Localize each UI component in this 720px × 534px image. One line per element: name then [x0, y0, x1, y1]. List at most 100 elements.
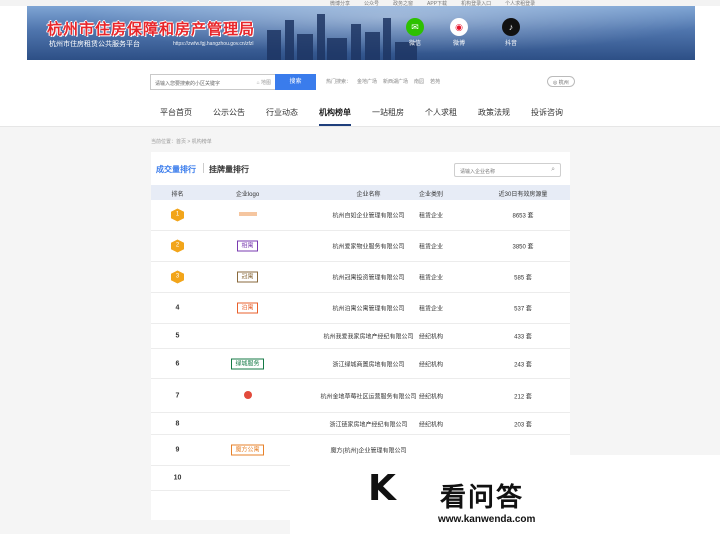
rank-cell: 7: [151, 392, 204, 399]
table-row[interactable]: 8 浙江链家房地产经纪有限公司 经纪机构 203 套: [151, 413, 570, 435]
header-logo: 企业logo: [235, 192, 260, 198]
header-count: 近30日有效房源量: [498, 192, 548, 198]
rank-cell: 2: [151, 239, 204, 253]
rank-medal-icon: 3: [171, 270, 184, 284]
company-logo: 相寓: [237, 240, 258, 252]
breadcrumb: 当前位置：首页 > 机构榜单: [151, 139, 212, 145]
watermark-brand: 看问答: [440, 482, 525, 512]
hot-search-item[interactable]: 新西湖广场: [383, 79, 408, 85]
hot-search: 热门搜索： 金地广场 新西湖广场 南园 若苑: [326, 79, 441, 85]
douyin-icon: ♪: [502, 18, 520, 36]
map-link[interactable]: ⌂ 地图: [257, 79, 271, 86]
rank-cell: 3: [151, 270, 204, 284]
watermark-url: www.kanwenda.com: [438, 514, 536, 525]
rank-cell: 10: [151, 475, 204, 482]
listing-count: 212 套: [514, 394, 532, 400]
table-row[interactable]: 2 相寓 杭州爱家物业服务有限公司 租赁企业 3850 套: [151, 231, 570, 262]
company-type: 经纪机构: [418, 362, 443, 368]
nav-item[interactable]: 个人求租: [425, 100, 457, 126]
main-nav: 平台首页 公示公告 行业动态 机构榜单 一站租房 个人求租 政策法规 投诉咨询: [150, 100, 570, 126]
hot-search-item[interactable]: 金地广场: [357, 79, 377, 85]
logo-cell: 冠寓: [204, 271, 291, 283]
search-input[interactable]: 请输入您要搜索的小区关键字 ⌂ 地图: [150, 74, 275, 90]
table-row[interactable]: 4 泊寓 杭州泊寓公寓管理有限公司 租赁企业 537 套: [151, 293, 570, 324]
company-type: 租赁企业: [418, 244, 443, 251]
douyin-link[interactable]: ♪ 抖音: [499, 18, 523, 47]
nav-item[interactable]: 行业动态: [266, 100, 298, 126]
listing-count: 8653 套: [512, 213, 534, 220]
nav-item[interactable]: 投诉咨询: [531, 100, 563, 126]
rank-cell: 4: [151, 305, 204, 312]
weibo-link[interactable]: ◉ 微博: [447, 18, 471, 47]
hot-search-item[interactable]: 若苑: [430, 79, 440, 85]
nav-item[interactable]: 公示公告: [213, 100, 245, 126]
tab-listing-ranking[interactable]: 挂牌量排行: [209, 164, 249, 175]
rank-number: 9: [175, 446, 180, 454]
logo-cell: 绿城服务: [204, 358, 291, 369]
logo-cell: 相寓: [204, 240, 291, 252]
table-row[interactable]: 7 杭州金地草莓社区运营服务有限公司 经纪机构 212 套: [151, 379, 570, 413]
listing-count: 243 套: [514, 362, 532, 368]
watermark: K 看问答 www.kanwenda.com: [290, 455, 720, 534]
table-row[interactable]: 6 绿城服务 浙江绿城商置房地有限公司 经纪机构 243 套: [151, 349, 570, 379]
rank-number: 7: [175, 392, 180, 399]
company-logo: 绿城服务: [231, 358, 264, 369]
listing-count: 433 套: [514, 334, 532, 341]
nav-item[interactable]: 平台首页: [160, 100, 192, 126]
logo-cell: 泊寓: [204, 302, 291, 314]
watermark-logo-icon: K: [368, 468, 396, 509]
table-row[interactable]: 3 冠寓 杭州冠寓投资管理有限公司 租赁企业 585 套: [151, 262, 570, 293]
banner-url: https://zwfw.fgj.hangzhou.gov.cn/zfzl: [173, 41, 254, 47]
company-type: 经纪机构: [418, 422, 443, 428]
rank-medal-icon: 2: [171, 239, 184, 253]
company-type: 经纪机构: [418, 394, 443, 400]
company-type: 经纪机构: [418, 334, 443, 341]
company-type: 租赁企业: [418, 306, 443, 313]
rank-number: 8: [175, 420, 180, 427]
listing-count: 585 套: [514, 275, 532, 282]
table-header: 排名 企业logo 企业名称 企业类别 近30日有效房源量: [151, 185, 570, 200]
listing-count: 203 套: [514, 422, 532, 428]
company-type: 租赁企业: [418, 275, 443, 282]
rank-cell: 1: [151, 208, 204, 222]
company-logo: 泊寓: [237, 302, 258, 314]
rank-number: 10: [173, 474, 182, 482]
wechat-icon: ✉: [406, 18, 424, 36]
nav-item[interactable]: 机构榜单: [319, 100, 351, 126]
rank-cell: 6: [151, 360, 204, 367]
logo-cell: [204, 212, 291, 218]
nav-item[interactable]: 一站租房: [372, 100, 404, 126]
rank-number: 4: [175, 304, 180, 312]
search-button[interactable]: 搜索: [275, 74, 316, 90]
rank-cell: 8: [151, 420, 204, 427]
wechat-link[interactable]: ✉ 微信: [403, 18, 427, 47]
listing-count: 3850 套: [512, 244, 534, 251]
site-banner: 杭州市住房保障和房产管理局 杭州市住房租赁公共服务平台 https://zwfw…: [27, 6, 695, 60]
logo-cell: [204, 390, 291, 401]
logo-cell: 魔方公寓: [204, 444, 291, 456]
company-logo-icon: [238, 212, 257, 216]
weibo-icon: ◉: [450, 18, 468, 36]
rank-number: 6: [175, 360, 180, 367]
listing-count: 537 套: [514, 306, 532, 313]
search-row: 请输入您要搜索的小区关键字 ⌂ 地图 搜索 热门搜索： 金地广场 新西湖广场 南园 若苑…: [0, 74, 720, 90]
company-search-input[interactable]: 请输入企业名称 ⌕: [454, 163, 561, 177]
rank-cell: 9: [151, 447, 204, 454]
city-selector[interactable]: ◎ 杭州: [547, 76, 575, 87]
nav-item[interactable]: 政策法规: [478, 100, 510, 126]
header-type: 企业类别: [418, 192, 443, 198]
company-logo: 冠寓: [237, 271, 258, 283]
table-row[interactable]: 5 杭州我爱我家房地产经纪有限公司 经纪机构 433 套: [151, 324, 570, 349]
header-rank: 排名: [171, 192, 184, 198]
rank-cell: 5: [151, 333, 204, 340]
rank-number: 5: [175, 332, 180, 340]
banner-title: 杭州市住房保障和房产管理局: [47, 22, 256, 38]
search-icon[interactable]: ⌕: [551, 166, 555, 174]
company-name[interactable]: 魔方(杭州)企业管理有限公司: [291, 446, 446, 455]
hot-search-item[interactable]: 南园: [414, 79, 424, 85]
company-logo-icon: [243, 390, 252, 399]
ranking-tabs: 成交量排行 挂牌量排行 请输入企业名称 ⌕: [151, 152, 570, 182]
table-row[interactable]: 1 杭州自如企业管理有限公司 租赁企业 8653 套: [151, 200, 570, 231]
company-type: 租赁企业: [418, 213, 443, 220]
tab-deal-ranking[interactable]: 成交量排行: [156, 164, 196, 175]
